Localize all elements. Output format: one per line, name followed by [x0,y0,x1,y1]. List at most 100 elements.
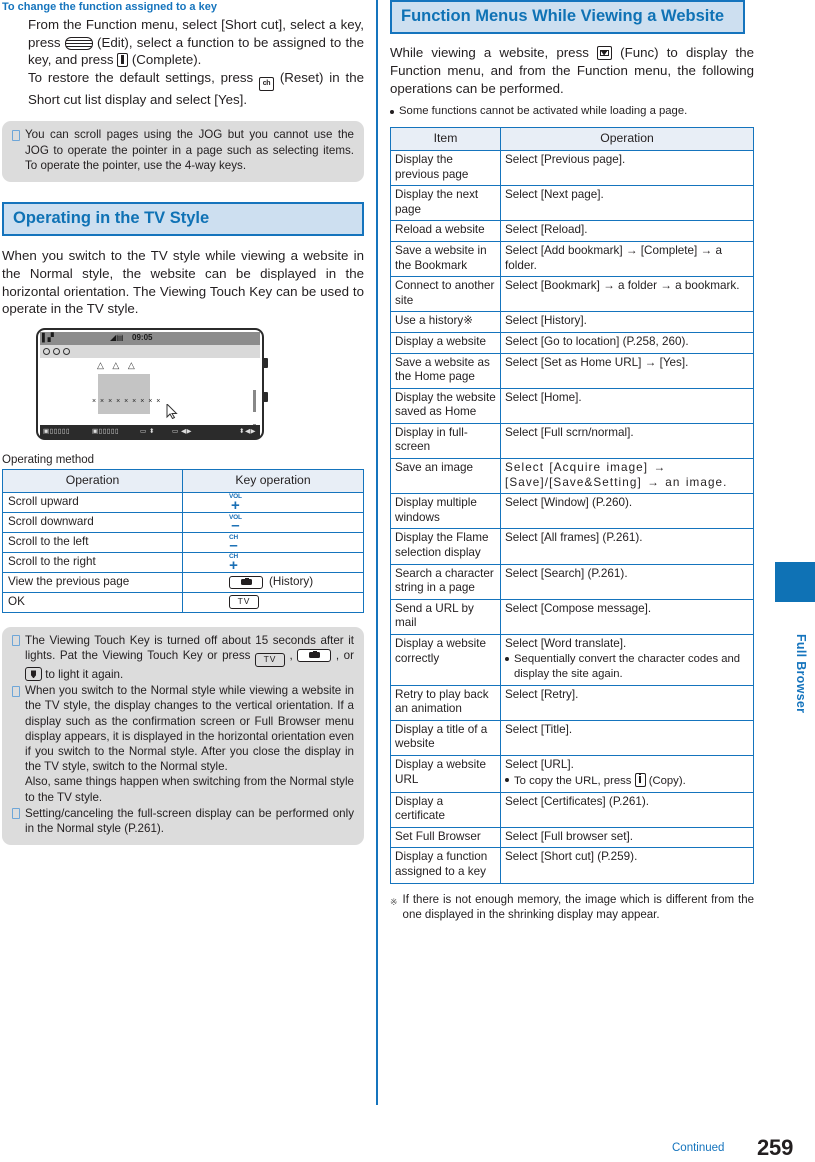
x-markers: × × × × × × × × × [92,398,162,406]
scrollbar-thumb-upper [253,390,256,413]
softkey-left-icon: ▣▯▯▯▯▯ [43,428,71,436]
continued-label: Continued [672,1142,725,1154]
cell-item: Display in full-screen [390,422,501,460]
cell-operation: Select [Window] (P.260). [500,493,754,530]
table-row: Retry to play back an animation Select [R… [390,684,754,721]
procedure-text-1c: (Complete). [128,52,202,68]
cell-operation: Select [Retry]. [500,684,754,721]
note-item: You can scroll pages using the JOG but y… [12,127,354,173]
table-row: Display a function assigned to a key Sele… [390,847,754,884]
table-row: Save a website as the Home page Select [S… [390,352,754,389]
cell-operation: Scroll downward [2,511,183,533]
bullet-text: Some functions cannot be activated while… [399,105,688,118]
cell-key-operation: CH – [182,531,364,555]
operation-sub-text-a: To copy the URL, press [514,774,635,787]
operation-text: Select [Home]. [505,390,582,404]
col-header-operation: Operation [2,469,183,493]
operation-text: Select [Title]. [505,722,573,736]
cell-operation: Select [History]. [500,311,754,333]
table-row: Display a certificate Select [Certificate… [390,791,754,828]
column-divider [376,0,378,1105]
cell-operation: Select [Certificates] (P.261). [500,791,754,828]
operation-text: Select [Full scrn/normal]. [505,425,634,439]
note-bullet-icon [12,685,20,697]
cell-operation: Select [Full browser set]. [500,826,754,849]
note-text: You can scroll pages using the JOG but y… [25,128,354,172]
phone-illustration: ▌▞ ◢▤ 09:05 △ △ △ × × × × × × × × × ▣▯▯▯… [36,328,268,441]
chapter-tab-label: Full Browser [794,634,808,714]
operation-text: Select [Search] (P.261). [505,566,628,580]
subsection-heading: To change the function assigned to a key [2,1,217,13]
cell-operation: Select [Reload]. [500,220,754,242]
section-heading-tv-style: Operating in the TV Style [2,201,364,236]
table-row: Display the previous page Select [Previou… [390,149,754,187]
cell-item: Search a character string in a page [390,563,501,600]
cell-item: Reload a website [390,220,501,242]
note-bullet-icon [12,129,20,141]
operation-text: Select [Short cut] (P.259). [505,850,638,864]
operation-text: Select [Retry]. [505,687,579,701]
table-row: View the previous page (History) [2,571,364,593]
signal-icon: ▌▞ [42,333,54,343]
phone-status-bar: ▌▞ ◢▤ 09:05 [40,332,260,346]
table-row: Scroll downward VOL – [2,511,364,533]
col-header-key-operation: Key operation [182,469,364,493]
table-header-row: Item Operation [390,127,754,151]
table-caption: Operating method [2,454,95,467]
table-footnote: ※ If there is not enough memory, the ima… [390,893,754,923]
note-text: The Viewing Touch Key is turned off abou… [25,633,354,682]
note-text: When you switch to the Normal style whil… [25,683,354,805]
table-row: Save an image Select [Acquire image] → [S… [390,458,754,495]
ch-key-bar-icon: ▭ ◀▶ [172,428,192,436]
operation-text: Select [History]. [505,314,587,328]
section-body-tv-style: When you switch to the TV style while vi… [2,247,364,317]
cell-key-operation: CH + [182,551,364,573]
cell-operation: Select [Full scrn/normal]. [500,422,754,460]
note-text: Setting/canceling the full-screen displa… [25,806,354,835]
bullet-dot-icon [505,778,509,783]
camera-key-icon [297,648,332,662]
note-text-part-b: , [285,648,298,662]
cell-operation: Select [All frames] (P.261). [500,528,754,565]
procedure-paragraph-2: To restore the default settings, press c… [2,69,364,109]
chapter-tab-block [775,562,815,602]
operation-text: Select [Previous page]. [505,152,626,166]
note-text-extra: Also, same things happen when switching … [25,775,354,804]
table-row: Use a history※ Select [History]. [390,311,754,333]
cell-operation: Select [Home]. [500,387,754,424]
note-text-part-c: , or [331,648,354,662]
circle-icon-2 [53,348,60,356]
table-row: Save a website in the Bookmark Select [Ad… [390,240,754,278]
col-header-operation: Operation [500,127,754,151]
table-row: Display a website Select [Go to location]… [390,331,754,354]
left-column: To change the function assigned to a key… [2,0,364,846]
cell-operation: Select [Word translate]. Sequentially con… [500,634,754,686]
note-text-part-d: to light it again. [42,667,124,681]
placeholder-image [98,374,150,415]
cell-operation: Select [Bookmark] → a folder → a bookmar… [500,276,754,313]
bullet-dot-icon [390,109,394,114]
cell-operation: Select [Set as Home URL] → [Yes]. [500,352,754,389]
note-box-tv-style: The Viewing Touch Key is turned off abou… [2,626,364,846]
side-key-top [263,358,268,369]
info-key-icon [117,53,129,68]
operation-sub-text-b: (Copy). [645,774,686,787]
procedure-paragraph-1: From the Function menu, select [Short cu… [2,16,364,69]
note-text-main: When you switch to the Normal style whil… [25,684,354,774]
cell-item: Connect to another site [390,276,501,313]
note-bullet-loading: Some functions cannot be activated while… [390,104,754,119]
table-row: OK TV [2,591,364,613]
cell-item: Save a website in the Bookmark [390,240,501,278]
cell-item: Retry to play back an animation [390,684,501,721]
operation-sub-text: To copy the URL, press (Copy). [514,772,686,789]
ch-down-key-icon: CH – [229,533,238,555]
note-bullet-icon [12,808,20,820]
cell-item: Display the Flame selection display [390,528,501,565]
operation-text: Select [Add bookmark] → [Complete] → a f… [505,243,722,272]
operation-text: Select [Word translate]. [505,637,627,651]
softkey-mid-icon: ▣▯▯▯▯▯ [92,428,120,436]
phone-screen: △ △ △ × × × × × × × × × [40,358,260,439]
table-row: Reload a website Select [Reload]. [390,220,754,242]
mail-func-key-icon [597,46,613,60]
operation-text: Select [Certificates] (P.261). [505,794,649,808]
